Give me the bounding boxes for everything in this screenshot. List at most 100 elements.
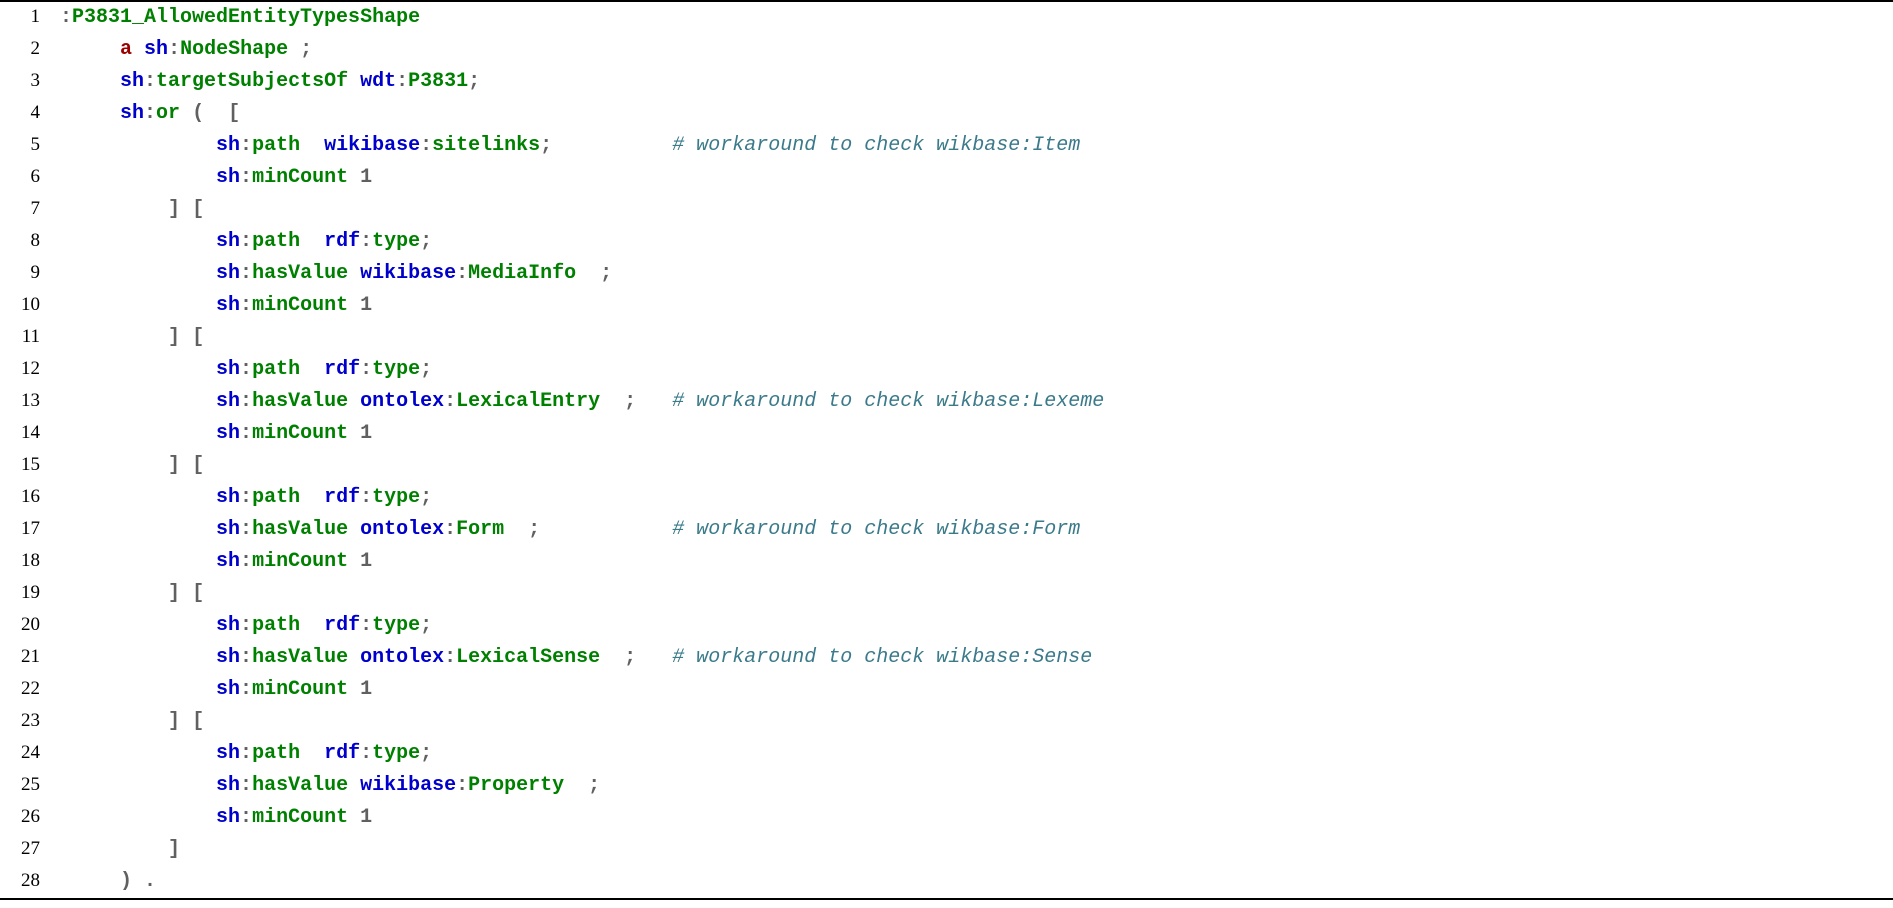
token — [60, 550, 216, 573]
line-number: 22 — [0, 674, 60, 704]
token: sh — [216, 358, 240, 381]
token: : — [240, 262, 252, 285]
code-line: 28 ) . — [0, 866, 1893, 898]
code-content: ] [ — [60, 322, 1893, 354]
token: [ — [192, 710, 204, 733]
token: sh — [216, 742, 240, 765]
token — [60, 134, 216, 157]
line-number: 13 — [0, 386, 60, 416]
token: [ — [192, 198, 204, 221]
code-line: 9 sh:hasValue wikibase:MediaInfo ; — [0, 258, 1893, 290]
code-content: sh:hasValue wikibase:Property ; — [60, 770, 1893, 802]
code-line: 19 ] [ — [0, 578, 1893, 610]
token: rdf — [324, 230, 360, 253]
token — [348, 678, 360, 701]
token — [348, 70, 360, 93]
token — [636, 646, 672, 669]
token: LexicalSense — [456, 646, 600, 669]
token: hasValue — [252, 774, 348, 797]
token — [300, 742, 324, 765]
code-line: 13 sh:hasValue ontolex:LexicalEntry ; # … — [0, 386, 1893, 418]
token — [348, 390, 360, 413]
token: ; — [420, 742, 432, 765]
token: : — [360, 358, 372, 381]
token — [60, 806, 216, 829]
code-content: sh:minCount 1 — [60, 162, 1893, 194]
code-content: ) . — [60, 866, 1893, 898]
token — [300, 486, 324, 509]
token: ; — [420, 614, 432, 637]
code-line: 12 sh:path rdf:type; — [0, 354, 1893, 386]
token: sh — [216, 678, 240, 701]
line-number: 11 — [0, 322, 60, 352]
token: sh — [216, 774, 240, 797]
token: type — [372, 230, 420, 253]
token: 1 — [360, 422, 372, 445]
token: sh — [216, 134, 240, 157]
token — [348, 262, 360, 285]
code-content: sh:path rdf:type; — [60, 610, 1893, 642]
token — [564, 774, 588, 797]
code-line: 2 a sh:NodeShape ; — [0, 34, 1893, 66]
token: Form — [456, 518, 504, 541]
code-content: sh:minCount 1 — [60, 802, 1893, 834]
token: 1 — [360, 294, 372, 317]
token: sh — [120, 102, 144, 125]
code-line: 1:P3831_AllowedEntityTypesShape — [0, 2, 1893, 34]
token: or — [156, 102, 180, 125]
token — [60, 326, 168, 349]
token: sh — [216, 614, 240, 637]
code-line: 3 sh:targetSubjectsOf wdt:P3831; — [0, 66, 1893, 98]
token: sh — [144, 38, 168, 61]
token: ontolex — [360, 646, 444, 669]
token: hasValue — [252, 518, 348, 541]
token: : — [240, 646, 252, 669]
token: path — [252, 358, 300, 381]
code-line: 18 sh:minCount 1 — [0, 546, 1893, 578]
line-number: 8 — [0, 226, 60, 256]
token: sh — [216, 486, 240, 509]
token — [348, 294, 360, 317]
token: ontolex — [360, 390, 444, 413]
token: : — [396, 70, 408, 93]
code-content: sh:hasValue wikibase:MediaInfo ; — [60, 258, 1893, 290]
line-number: 18 — [0, 546, 60, 576]
line-number: 19 — [0, 578, 60, 608]
code-line: 22 sh:minCount 1 — [0, 674, 1893, 706]
line-number: 27 — [0, 834, 60, 864]
token: ; — [420, 230, 432, 253]
token: wikibase — [324, 134, 420, 157]
token — [60, 422, 216, 445]
token: : — [420, 134, 432, 157]
line-number: 26 — [0, 802, 60, 832]
token: LexicalEntry — [456, 390, 600, 413]
token — [180, 198, 192, 221]
token: path — [252, 134, 300, 157]
token: targetSubjectsOf — [156, 70, 348, 93]
line-number: 16 — [0, 482, 60, 512]
token — [180, 326, 192, 349]
token: : — [240, 390, 252, 413]
token — [60, 486, 216, 509]
line-number: 4 — [0, 98, 60, 128]
token: ; — [468, 70, 480, 93]
code-content: sh:minCount 1 — [60, 418, 1893, 450]
token — [60, 646, 216, 669]
token: : — [240, 134, 252, 157]
token — [600, 390, 624, 413]
token: ; — [588, 774, 600, 797]
code-line: 6 sh:minCount 1 — [0, 162, 1893, 194]
token — [636, 390, 672, 413]
token — [60, 38, 120, 61]
token — [576, 262, 600, 285]
line-number: 25 — [0, 770, 60, 800]
line-number: 12 — [0, 354, 60, 384]
code-line: 23 ] [ — [0, 706, 1893, 738]
line-number: 10 — [0, 290, 60, 320]
token: : — [240, 422, 252, 445]
token — [300, 358, 324, 381]
token: 1 — [360, 550, 372, 573]
code-content: :P3831_AllowedEntityTypesShape — [60, 2, 1893, 34]
token: ontolex — [360, 518, 444, 541]
token: [ — [228, 102, 240, 125]
